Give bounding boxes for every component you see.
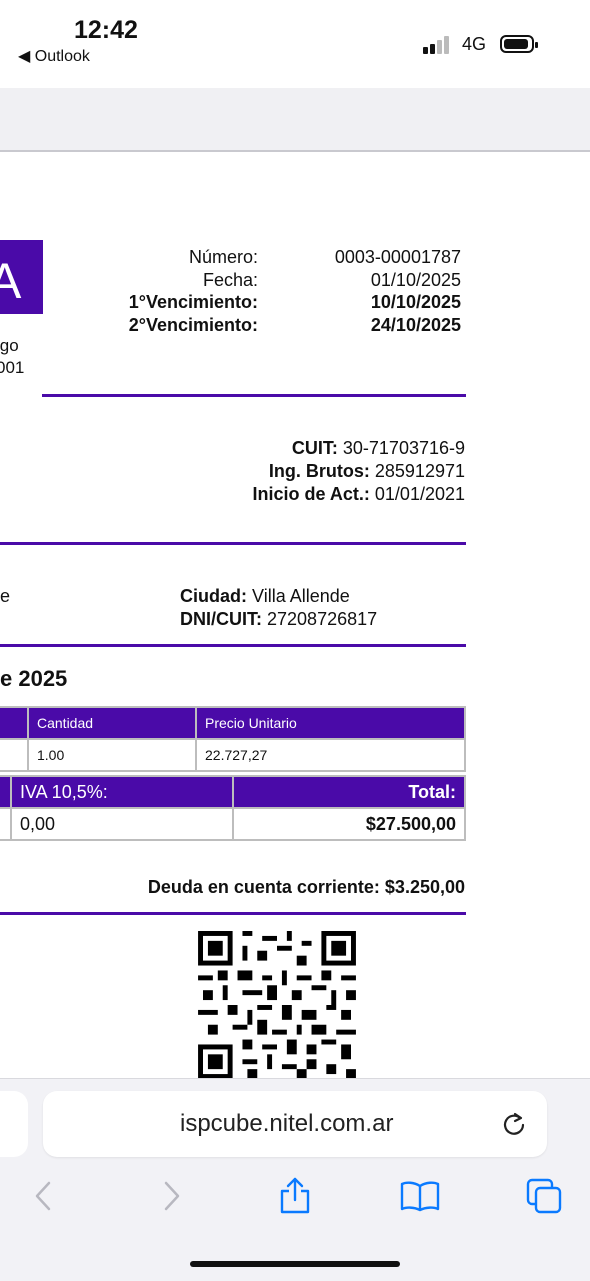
cuit-row: CUIT: 30-71703716-9: [291, 438, 465, 458]
items-table: Cantidad Precio Unitario 1.00 22.727,27: [0, 706, 466, 772]
vencimiento2-value: 24/10/2025: [370, 315, 461, 335]
reload-icon[interactable]: [500, 1110, 528, 1138]
divider: [0, 644, 466, 647]
fecha-value: 01/10/2025: [370, 270, 461, 290]
iva-header: IVA 10,5%:: [10, 775, 234, 809]
previous-tab-preview[interactable]: [0, 1091, 28, 1157]
numero-label: Número:: [188, 247, 258, 267]
ciudad-row: Ciudad: Villa Allende: [180, 586, 350, 606]
company-logo: A: [0, 240, 43, 314]
table-row: 1.00 22.727,27: [0, 738, 466, 772]
tabs-icon[interactable]: [526, 1178, 562, 1214]
deuda-text: Deuda en cuenta corriente: $3.250,00: [147, 877, 465, 897]
clipped-text: 001: [0, 358, 25, 377]
battery-icon: [500, 35, 538, 53]
table-cell-precio: 22.727,27: [195, 738, 466, 772]
back-to-app-link[interactable]: ◀ Outlook: [18, 46, 90, 66]
divider: [0, 542, 466, 545]
clock: 12:42: [74, 16, 138, 44]
back-arrow-icon[interactable]: [28, 1180, 60, 1212]
table-cell: [0, 807, 12, 841]
url-text[interactable]: ispcube.nitel.com.ar: [180, 1110, 393, 1138]
period-title: e 2025: [0, 666, 68, 691]
vencimiento1-label: 1°Vencimiento:: [128, 292, 258, 312]
mail-toolbar: [0, 88, 590, 152]
table-cell: [0, 706, 29, 740]
forward-arrow-icon[interactable]: [155, 1180, 187, 1212]
qr-code-icon: [198, 931, 356, 1079]
table-cell-cantidad: 1.00: [27, 738, 197, 772]
table-cell: [0, 775, 12, 809]
table-header-precio: Precio Unitario: [195, 706, 466, 740]
totals-table: IVA 10,5%: Total: 0,00 $27.500,00: [0, 775, 466, 841]
table-header-cantidad: Cantidad: [27, 706, 197, 740]
ingbrutos-row: Ing. Brutos: 285912971: [268, 461, 465, 481]
inicio-row: Inicio de Act.: 01/01/2021: [252, 484, 465, 504]
divider: [0, 912, 466, 915]
bookmarks-icon[interactable]: [400, 1180, 440, 1212]
total-header: Total:: [232, 775, 466, 809]
fecha-label: Fecha:: [202, 270, 258, 290]
share-icon[interactable]: [278, 1176, 312, 1214]
table-row: 0,00 $27.500,00: [0, 807, 466, 841]
numero-value: 0003-00001787: [334, 247, 461, 267]
iva-value: 0,00: [10, 807, 234, 841]
dni-row: DNI/CUIT: 27208726817: [180, 609, 378, 629]
total-value: $27.500,00: [232, 807, 466, 841]
vencimiento2-label: 2°Vencimiento:: [128, 315, 258, 335]
totals-header-row: IVA 10,5%: Total:: [0, 775, 466, 809]
divider: [42, 394, 466, 397]
table-header-row: Cantidad Precio Unitario: [0, 706, 466, 740]
cellular-signal-icon: [423, 34, 453, 54]
clipped-text: e: [0, 586, 11, 606]
network-type: 4G: [462, 34, 487, 54]
home-indicator: [190, 1261, 400, 1267]
clipped-text: igo: [0, 336, 19, 355]
table-cell: [0, 738, 29, 772]
vencimiento1-value: 10/10/2025: [370, 292, 461, 312]
